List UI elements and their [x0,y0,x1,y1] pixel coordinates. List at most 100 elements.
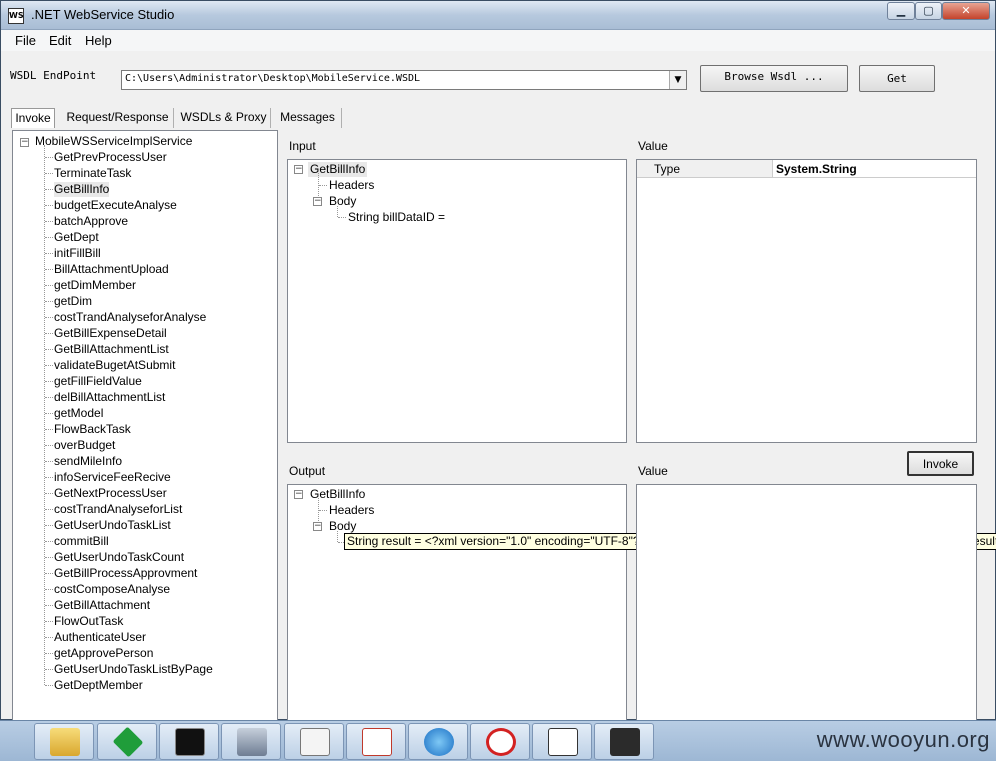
input-headers[interactable]: Headers [329,178,374,193]
collapse-icon[interactable]: − [294,490,303,499]
tab-messages[interactable]: Messages [274,108,342,128]
tree-connector [45,589,53,590]
tree-method-item[interactable]: getApprovePerson [54,646,153,661]
tree-method-item[interactable]: costTrandAnalyseforAnalyse [54,310,206,325]
notepad-icon[interactable] [284,723,344,760]
output-headers[interactable]: Headers [329,503,374,518]
title-bar[interactable]: WS .NET WebService Studio ▁ ▢ ✕ [1,1,995,30]
tree-method-item[interactable]: getFillFieldValue [54,374,142,389]
dark-app-icon[interactable] [594,723,654,760]
tree-method-item[interactable]: GetNextProcessUser [54,486,167,501]
network-icon[interactable] [221,723,281,760]
tab-wsdls-proxy[interactable]: WSDLs & Proxy [177,108,271,128]
tree-method-item[interactable]: AuthenticateUser [54,630,146,645]
main-window: WS .NET WebService Studio ▁ ▢ ✕ File Edi… [0,0,996,721]
tree-method-item[interactable]: GetBillAttachment [54,598,150,613]
app-icon: WS [8,8,24,24]
property-value: System.String [776,162,857,176]
tree-connector [45,493,53,494]
tree-method-item[interactable]: commitBill [54,534,109,549]
tree-method-item[interactable]: costTrandAnalyseforList [54,502,182,517]
close-button[interactable]: ✕ [942,2,990,20]
tree-connector [45,397,53,398]
input-tree[interactable]: − GetBillInfo Headers − Body String bill… [287,159,627,443]
tree-method-item[interactable]: FlowOutTask [54,614,123,629]
tree-method-item[interactable]: batchApprove [54,214,128,229]
collapse-icon[interactable]: − [20,138,29,147]
tree-method-item[interactable]: GetUserUndoTaskListByPage [54,662,213,677]
tree-connector [45,429,53,430]
menu-edit[interactable]: Edit [49,33,71,48]
endpoint-value[interactable]: C:\Users\Administrator\Desktop\MobileSer… [125,73,420,84]
webservice-studio-icon[interactable] [532,723,592,760]
tree-method-item[interactable]: GetPrevProcessUser [54,150,167,165]
tree-method-item[interactable]: TerminateTask [54,166,131,181]
tree-method-item[interactable]: GetBillInfo [54,182,110,197]
tree-connector [45,381,53,382]
tree-method-item[interactable]: getModel [54,406,103,421]
tree-method-item[interactable]: delBillAttachmentList [54,390,165,405]
tree-method-item[interactable]: budgetExecuteAnalyse [54,198,177,213]
tree-method-item[interactable]: infoServiceFeeRecive [54,470,171,485]
tree-method-item[interactable]: initFillBill [54,246,101,261]
tree-method-item[interactable]: getDim [54,294,92,309]
service-tree[interactable]: − MobileWSServiceImplService GetPrevProc… [12,130,278,721]
maximize-button[interactable]: ▢ [915,2,942,20]
tree-root[interactable]: MobileWSServiceImplService [35,134,192,149]
property-name: Type [654,162,681,176]
tree-method-item[interactable]: sendMileInfo [54,454,122,469]
input-body[interactable]: Body [329,194,356,209]
menu-bar: File Edit Help [1,30,995,51]
property-row[interactable]: Type System.String [637,160,976,178]
tree-method-item[interactable]: overBudget [54,438,115,453]
invoke-button[interactable]: Invoke [907,451,974,476]
dropdown-arrow-icon[interactable]: ▼ [669,71,686,89]
tree-connector [45,525,53,526]
menu-file[interactable]: File [15,33,36,48]
tree-method-item[interactable]: BillAttachmentUpload [54,262,169,277]
tree-method-item[interactable]: GetBillAttachmentList [54,342,169,357]
menu-help[interactable]: Help [85,33,112,48]
tree-method-item[interactable]: GetUserUndoTaskCount [54,550,184,565]
collapse-icon[interactable]: − [313,197,322,206]
output-body[interactable]: Body [329,519,356,534]
minimize-button[interactable]: ▁ [887,2,915,20]
red-app-icon[interactable] [470,723,530,760]
tree-connector [45,301,53,302]
tree-method-item[interactable]: validateBugetAtSubmit [54,358,175,373]
input-root[interactable]: GetBillInfo [308,162,368,177]
green-app-icon[interactable] [97,723,157,760]
endpoint-label: WSDL EndPoint [10,69,97,82]
tree-connector [319,185,327,186]
tree-connector [45,317,53,318]
tree-connector [45,557,53,558]
internet-explorer-icon[interactable] [408,723,468,760]
tree-connector [45,685,53,686]
tree-connector [319,510,327,511]
tree-method-item[interactable]: GetDeptMember [54,678,143,693]
input-param[interactable]: String billDataID = [348,210,445,225]
tree-method-item[interactable]: FlowBackTask [54,422,131,437]
tree-connector [45,477,53,478]
java-icon[interactable] [346,723,406,760]
browse-wsdl-button[interactable]: Browse Wsdl ... [700,65,848,92]
output-tree[interactable]: − GetBillInfo Headers − Body [287,484,627,721]
tree-method-item[interactable]: GetUserUndoTaskList [54,518,171,533]
property-value-cell[interactable]: System.String [772,160,976,177]
tab-invoke[interactable]: Invoke [11,108,55,128]
tree-connector [45,221,53,222]
file-manager-icon[interactable] [34,723,94,760]
get-button[interactable]: Get [859,65,935,92]
tree-method-item[interactable]: costComposeAnalyse [54,582,170,597]
property-grid[interactable]: Type System.String [636,159,977,443]
output-value-panel[interactable] [636,484,977,721]
collapse-icon[interactable]: − [294,165,303,174]
tab-request-response[interactable]: Request/Response [62,108,174,128]
tree-method-item[interactable]: GetDept [54,230,99,245]
tree-method-item[interactable]: GetBillExpenseDetail [54,326,167,341]
collapse-icon[interactable]: − [313,522,322,531]
tree-method-item[interactable]: GetBillProcessApprovment [54,566,197,581]
endpoint-combobox[interactable]: C:\Users\Administrator\Desktop\MobileSer… [121,70,687,90]
command-prompt-icon[interactable] [159,723,219,760]
tree-method-item[interactable]: getDimMember [54,278,136,293]
